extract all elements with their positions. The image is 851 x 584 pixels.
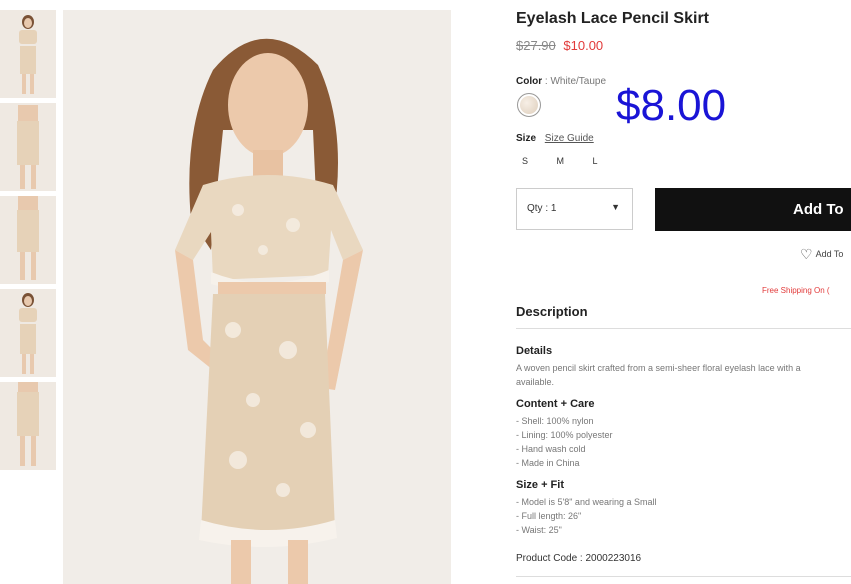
original-price: $27.90: [516, 38, 556, 53]
size-option-s[interactable]: S: [522, 156, 528, 166]
thumbnail-1[interactable]: [0, 10, 56, 98]
free-shipping-note: Free Shipping On (: [762, 286, 830, 295]
details-heading: Details: [516, 345, 553, 357]
fit-line: - Waist: 25": [516, 525, 562, 535]
product-title: Eyelash Lace Pencil Skirt: [516, 10, 709, 27]
size-options: S M L: [522, 156, 624, 166]
color-row: Color : White/Taupe: [516, 76, 606, 87]
care-line: - Hand wash cold: [516, 444, 586, 454]
care-line: - Shell: 100% nylon: [516, 416, 594, 426]
quantity-label: Qty : 1: [527, 203, 557, 214]
fit-line: - Full length: 26": [516, 511, 582, 521]
care-line: - Lining: 100% polyester: [516, 430, 613, 440]
chevron-down-icon: ▼: [611, 202, 620, 212]
details-text-1: A woven pencil skirt crafted from a semi…: [516, 363, 801, 373]
content-care-heading: Content + Care: [516, 398, 595, 410]
thumbnail-2[interactable]: [0, 103, 56, 191]
add-to-bag-label: Add To: [793, 201, 844, 218]
thumbnail-list: [0, 10, 56, 475]
size-option-l[interactable]: L: [593, 156, 598, 166]
thumbnail-5[interactable]: [0, 382, 56, 470]
product-info: Eyelash Lace Pencil Skirt $27.90 $10.00 …: [516, 0, 851, 584]
details-text-2: available.: [516, 377, 555, 387]
main-product-image[interactable]: [63, 10, 451, 584]
quantity-select[interactable]: Qty : 1 ▼: [516, 188, 633, 230]
thumbnail-3[interactable]: [0, 196, 56, 284]
overlay-price: $8.00: [616, 81, 727, 130]
size-row: Size Size Guide: [516, 133, 594, 144]
sale-price: $10.00: [563, 38, 604, 53]
bottom-divider: [516, 576, 851, 577]
size-guide-link[interactable]: Size Guide: [545, 133, 594, 144]
fit-line: - Model is 5'8" and wearing a Small: [516, 497, 657, 507]
heart-icon: ♡: [800, 246, 813, 262]
color-value: White/Taupe: [550, 76, 607, 87]
thumbnail-4[interactable]: [0, 289, 56, 377]
wishlist-label: Add To: [815, 249, 844, 259]
add-to-bag-button[interactable]: Add To: [655, 188, 851, 231]
product-code: Product Code : 2000223016: [516, 553, 642, 564]
size-label: Size: [516, 133, 537, 144]
care-line: - Made in China: [516, 458, 580, 468]
color-label: Color: [516, 76, 543, 87]
price-row: $27.90 $10.00: [516, 38, 603, 53]
add-to-wishlist-link[interactable]: ♡ Add To: [800, 246, 843, 263]
size-option-m[interactable]: M: [557, 156, 565, 166]
description-heading: Description: [516, 304, 588, 319]
description-divider: [516, 328, 851, 329]
size-fit-heading: Size + Fit: [516, 479, 564, 491]
color-swatch-white-taupe[interactable]: [517, 93, 541, 117]
